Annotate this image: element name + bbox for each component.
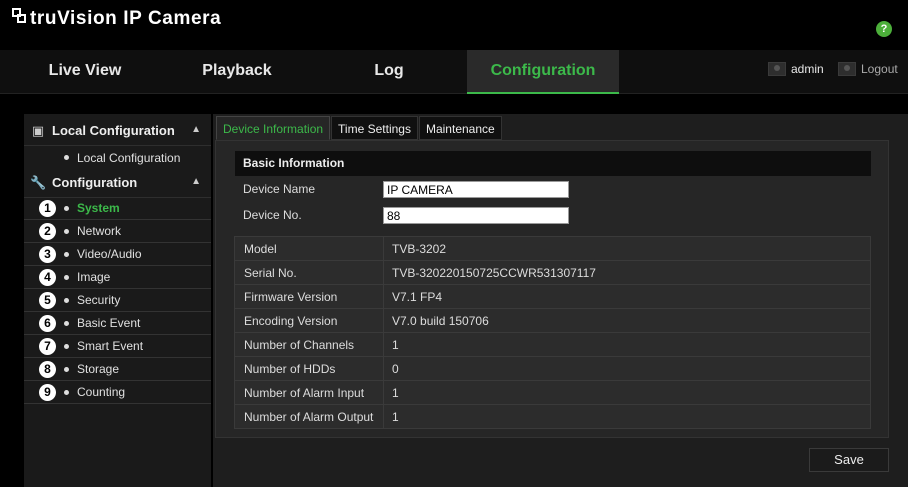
bullet-icon	[64, 274, 69, 280]
bullet-icon	[64, 320, 69, 326]
chevron-up-icon: ▲	[191, 124, 201, 135]
callout-number: 8	[39, 360, 56, 378]
section-title: Local Configuration	[52, 123, 175, 138]
username: admin	[791, 62, 824, 76]
device-name-input[interactable]	[383, 181, 569, 198]
logout-label: Logout	[861, 62, 898, 76]
table-row: Firmware Version V7.1 FP4	[235, 285, 870, 309]
sidebar-item-image[interactable]: 4 Image	[24, 266, 211, 289]
info-key: Number of Alarm Output	[244, 410, 374, 424]
info-key: Model	[244, 242, 277, 256]
device-no-label: Device No.	[243, 208, 302, 222]
tab-configuration[interactable]: Configuration	[467, 50, 619, 94]
bullet-icon	[64, 297, 69, 303]
table-row: Number of HDDs 0	[235, 357, 870, 381]
info-key: Number of Channels	[244, 338, 355, 352]
info-value: TVB-3202	[392, 242, 447, 256]
device-no-input[interactable]	[383, 207, 569, 224]
wrench-icon: 🔧	[30, 174, 47, 190]
info-value: 0	[392, 362, 399, 376]
sidebar-item-basic-event[interactable]: 6 Basic Event	[24, 312, 211, 335]
sidebar-item-label: Counting	[77, 385, 126, 399]
info-key: Encoding Version	[244, 314, 338, 328]
sidebar-item-label: Basic Event	[77, 316, 141, 330]
callout-number: 4	[39, 268, 56, 286]
sidebar-item-security[interactable]: 5 Security	[24, 289, 211, 312]
info-value: TVB-320220150725CCWR531307117	[392, 266, 596, 280]
sidebar-item-video-audio[interactable]: 3 Video/Audio	[24, 243, 211, 266]
info-key: Firmware Version	[244, 290, 338, 304]
bullet-icon	[64, 389, 69, 395]
brand-title: truVision IP Camera	[30, 8, 222, 29]
table-row: Encoding Version V7.0 build 150706	[235, 309, 870, 333]
section-title: Configuration	[52, 175, 138, 190]
table-row: Model TVB-3202	[235, 237, 870, 261]
info-value: V7.1 FP4	[392, 290, 443, 304]
bullet-icon	[64, 366, 69, 372]
sidebar-item-label: Image	[77, 270, 111, 284]
info-value: 1	[392, 386, 399, 400]
sidebar-item-label: Local Configuration	[77, 150, 181, 165]
logout-icon	[838, 62, 856, 76]
bullet-icon	[64, 205, 69, 211]
tab-time-settings[interactable]: Time Settings	[331, 116, 418, 140]
sidebar-item-label: Storage	[77, 362, 120, 376]
sidebar-item-network[interactable]: 2 Network	[24, 220, 211, 243]
logo-icon	[12, 8, 28, 24]
sidebar-item-system[interactable]: 1 System	[24, 197, 211, 220]
info-key: Serial No.	[244, 266, 297, 280]
tab-device-information[interactable]: Device Information	[216, 116, 331, 140]
info-value: 1	[392, 410, 399, 424]
chevron-up-icon: ▲	[191, 176, 201, 187]
table-row: Serial No. TVB-320220150725CCWR531307117	[235, 261, 870, 285]
sidebar-item-label: System	[77, 201, 120, 215]
callout-number: 5	[39, 291, 56, 309]
save-button[interactable]: Save	[809, 448, 889, 472]
device-info-table: Model TVB-3202 Serial No. TVB-3202201507…	[234, 236, 871, 429]
logout-button[interactable]: Logout	[838, 62, 898, 76]
sidebar-item-label: Smart Event	[77, 339, 144, 353]
monitor-settings-icon: ▣	[31, 122, 45, 138]
sidebar-section-configuration[interactable]: 🔧 Configuration ▲	[24, 168, 211, 198]
info-value: V7.0 build 150706	[392, 314, 489, 328]
bullet-icon	[64, 251, 69, 257]
info-key: Number of HDDs	[244, 362, 336, 376]
tab-log[interactable]: Log	[314, 50, 464, 94]
info-value: 1	[392, 338, 399, 352]
sidebar-item-label: Video/Audio	[77, 247, 142, 261]
device-name-label: Device Name	[243, 182, 316, 196]
app-header: truVision IP Camera ?	[0, 0, 908, 48]
callout-number: 9	[39, 383, 56, 401]
sidebar-item-storage[interactable]: 8 Storage	[24, 358, 211, 381]
table-row: Number of Alarm Output 1	[235, 405, 870, 429]
bullet-icon	[64, 228, 69, 234]
tab-live-view[interactable]: Live View	[10, 50, 160, 94]
table-row: Number of Channels 1	[235, 333, 870, 357]
callout-number: 2	[39, 222, 56, 240]
user-menu[interactable]: admin	[768, 62, 824, 76]
sidebar-item-label: Network	[77, 224, 122, 238]
tab-maintenance[interactable]: Maintenance	[418, 116, 502, 140]
tab-playback[interactable]: Playback	[162, 50, 312, 94]
sidebar-item-smart-event[interactable]: 7 Smart Event	[24, 335, 211, 358]
sidebar: ▣ Local Configuration ▲ Local Configurat…	[24, 114, 211, 487]
sidebar-item-counting[interactable]: 9 Counting	[24, 381, 211, 404]
table-row: Number of Alarm Input 1	[235, 381, 870, 405]
sidebar-section-local[interactable]: ▣ Local Configuration ▲	[24, 116, 211, 146]
sidebar-item-local-configuration[interactable]: Local Configuration	[24, 146, 211, 169]
brand-logo: truVision IP Camera	[12, 8, 221, 30]
callout-number: 1	[39, 199, 56, 217]
sidebar-item-label: Security	[77, 293, 121, 307]
callout-number: 6	[39, 314, 56, 332]
user-icon	[768, 62, 786, 76]
callout-number: 3	[39, 245, 56, 263]
bullet-icon	[64, 155, 69, 160]
section-heading: Basic Information	[235, 151, 871, 176]
help-icon[interactable]: ?	[876, 21, 892, 37]
info-key: Number of Alarm Input	[244, 386, 365, 400]
callout-number: 7	[39, 337, 56, 355]
bullet-icon	[64, 343, 69, 349]
subtabs: Device Information Time Settings Mainten…	[216, 116, 503, 140]
